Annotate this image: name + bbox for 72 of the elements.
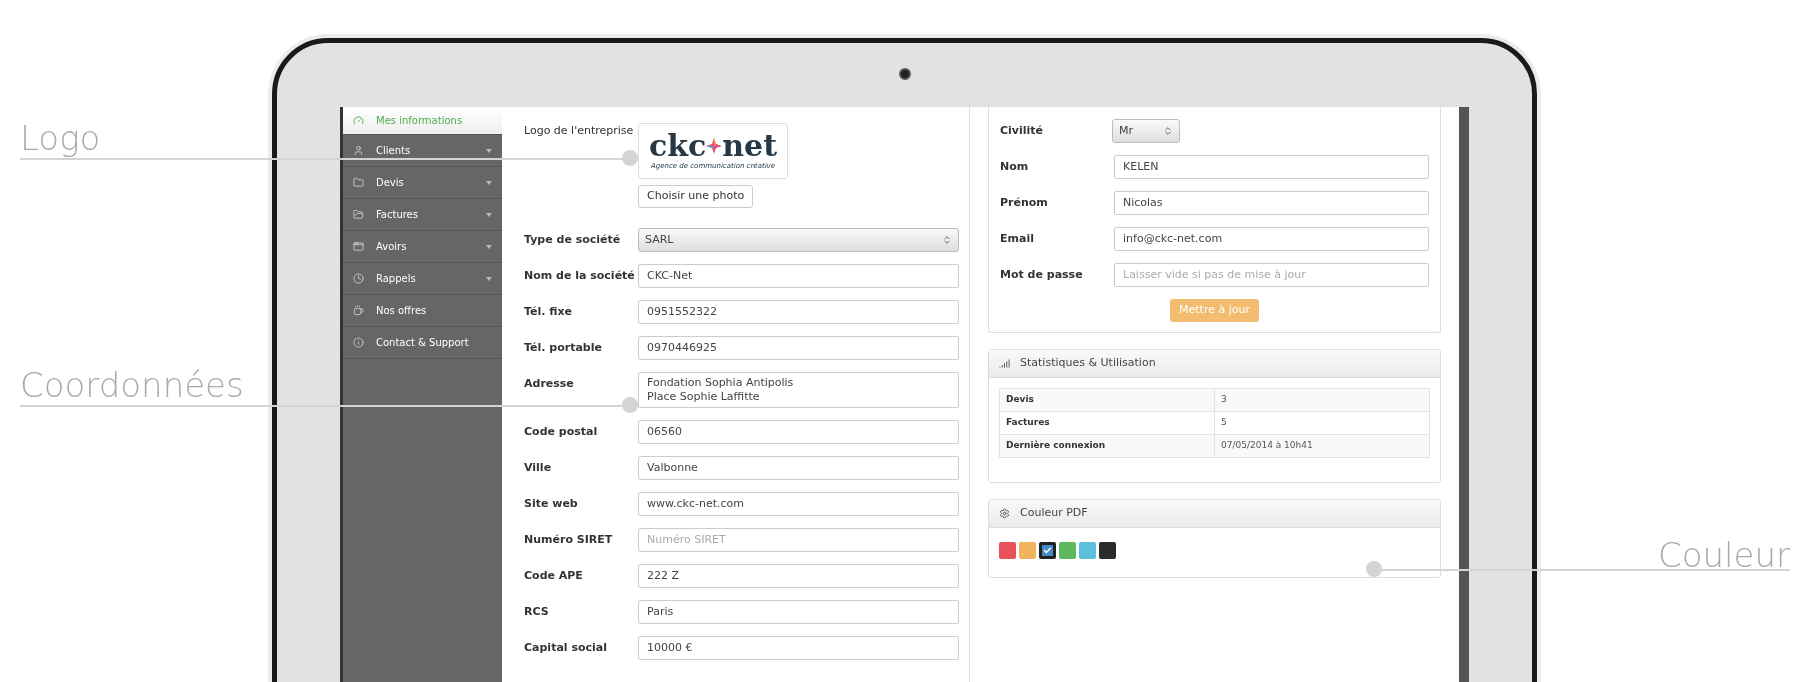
star-icon [706,137,723,154]
field-label: Civilité [1000,123,1044,139]
panel-title: Couleur PDF [1020,505,1088,522]
updown-icon [942,235,952,245]
sidebar-item[interactable]: Devis [343,167,502,199]
field-label: Type de société [524,232,621,248]
input-field[interactable]: Paris [638,600,959,624]
table-cell: 07/05/2014 à 10h41 [1214,434,1430,458]
color-swatch[interactable] [999,542,1016,559]
menu-icon [353,145,364,156]
sidebar-item[interactable]: Contact & Support [343,327,502,359]
sidebar-item[interactable]: Nos offres [343,295,502,327]
menu-icon [353,241,364,252]
field-label: Site web [524,496,578,512]
field-label: Nom [1000,159,1029,175]
input-field[interactable]: www.ckc-net.com [638,492,959,516]
menu-icon [353,209,364,220]
color-swatch[interactable] [1059,542,1076,559]
select-field[interactable]: Mr [1112,119,1180,143]
sidebar-item[interactable]: Rappels [343,263,502,295]
callout-label: Coordonnées [20,365,244,405]
table-cell: Devis [999,388,1215,412]
input-field[interactable]: Valbonne [638,456,959,480]
callout-label: Couleur [1658,535,1790,575]
menu-icon [353,273,364,284]
updown-icon [1163,126,1173,136]
field-label: Nom de la société [524,268,635,284]
callout-label: Logo [20,118,101,158]
sidebar-item[interactable]: Avoirs [343,231,502,263]
color-swatch[interactable] [1019,542,1036,559]
field-label: Prénom [1000,195,1048,211]
field-label: RCS [524,604,549,620]
input-field[interactable]: 06560 [638,420,959,444]
table-cell: 3 [1214,388,1430,412]
field-label: Mot de passe [1000,267,1083,283]
input-field[interactable]: KELEN [1114,155,1429,179]
menu-icon [353,177,364,188]
field-label: Capital social [524,640,607,656]
menu-icon [353,115,364,126]
table-cell: Factures [999,411,1215,435]
input-field[interactable]: 0951552322 [638,300,959,324]
color-swatch[interactable] [1039,542,1056,559]
field-label: Tél. portable [524,340,602,356]
field-label: Ville [524,460,552,476]
input-field[interactable]: CKC-Net [638,264,959,288]
input-field[interactable]: Nicolas [1114,191,1429,215]
field-label: Logo de l'entreprise [524,123,634,139]
color-swatch[interactable] [1079,542,1096,559]
input-field[interactable]: 222 Z [638,564,959,588]
camera-icon [898,68,911,80]
choose-photo-button[interactable]: Choisir une photo [638,185,754,208]
settings-icon [999,508,1010,519]
field-label: Code postal [524,424,598,440]
field-label: Code APE [524,568,583,584]
check-icon [1043,546,1052,555]
signal-icon [999,358,1010,369]
input-field[interactable]: 0970446925 [638,336,959,360]
input-field[interactable]: info@ckc-net.com [1114,227,1429,251]
table-cell: Dernière connexion [999,434,1215,458]
menu-icon [353,305,364,316]
select-field[interactable]: SARL [638,228,959,252]
menu-icon [353,337,364,348]
field-label: Tél. fixe [524,304,572,320]
input-field[interactable]: 10000 € [638,636,959,660]
address-field[interactable]: Fondation Sophia Antipolis Place Sophie Laffitte [638,372,959,408]
field-label: Adresse [524,376,574,392]
table-cell: 5 [1214,411,1430,435]
color-swatch[interactable] [1099,542,1116,559]
field-label: Email [1000,231,1034,247]
field-label: Numéro SIRET [524,532,613,548]
sidebar-item[interactable]: Factures [343,199,502,231]
panel-title: Statistiques & Utilisation [1020,355,1156,372]
